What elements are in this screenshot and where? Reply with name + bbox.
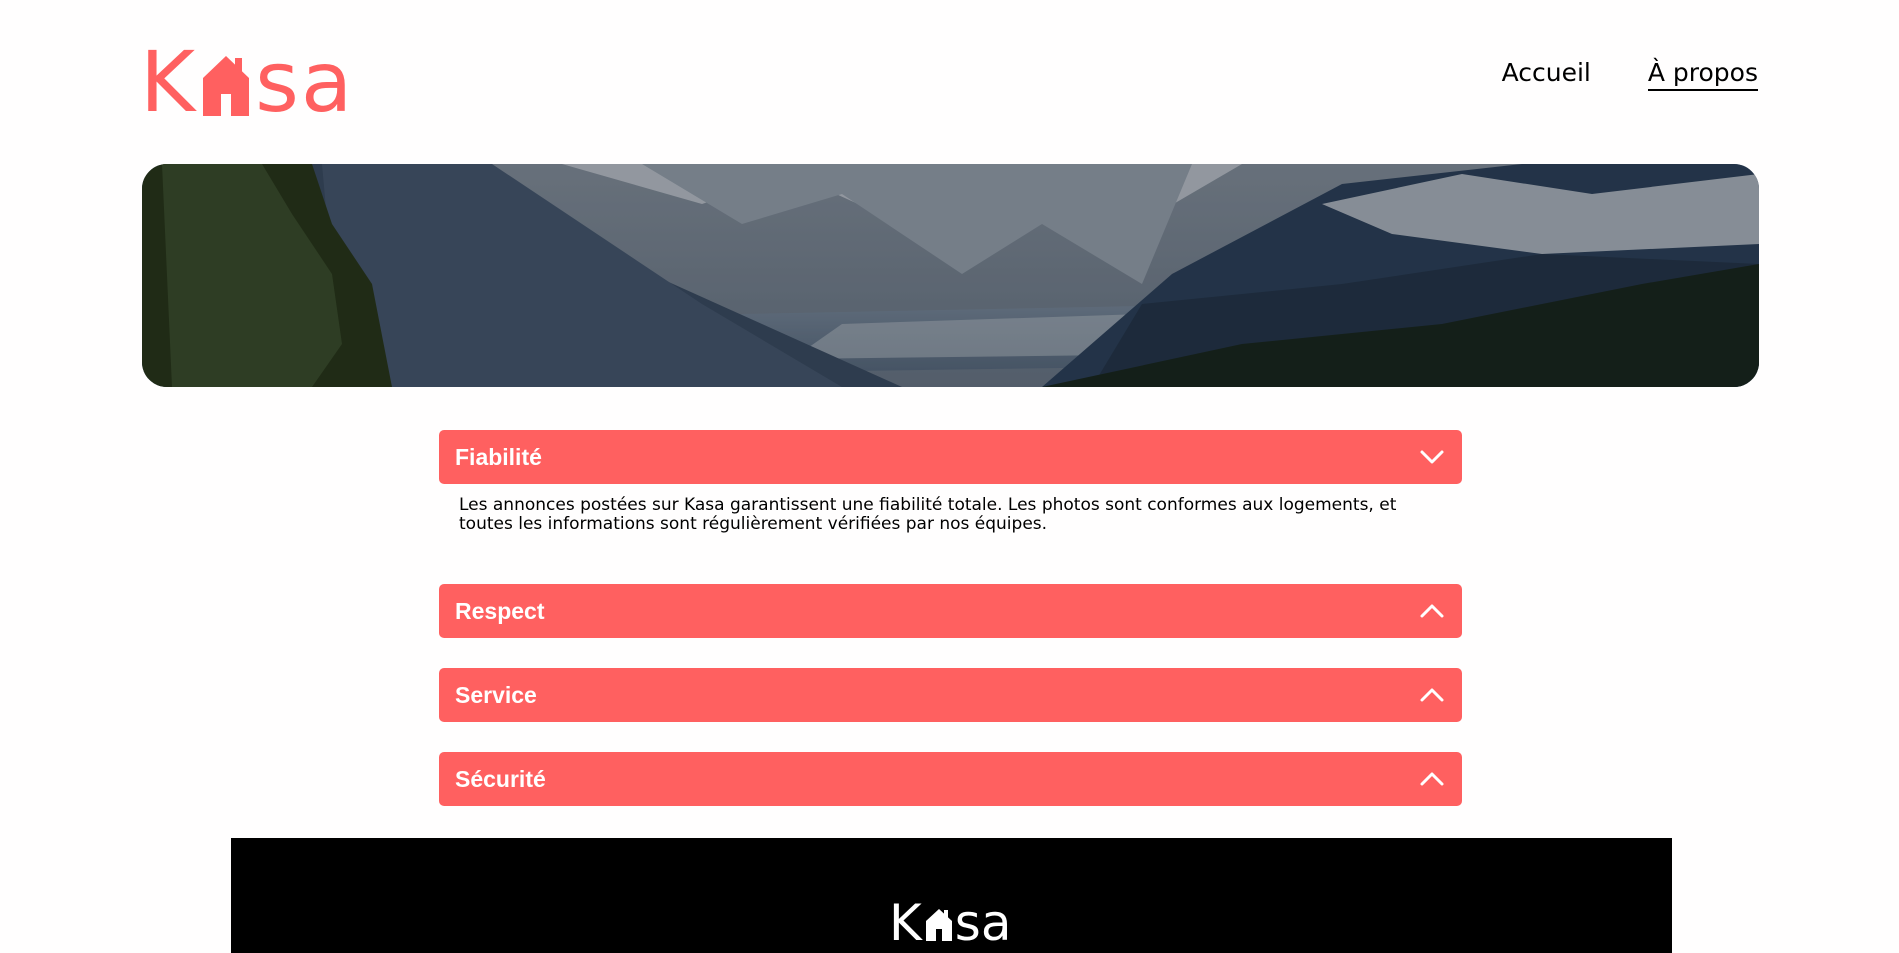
collapse-header-service[interactable]: Service [439, 668, 1462, 722]
logo-letter-k: K [140, 33, 198, 131]
collapse-title: Sécurité [455, 765, 546, 792]
chevron-up-icon[interactable] [1418, 681, 1446, 709]
collapse-respect: Respect [439, 584, 1462, 638]
kasa-logo[interactable]: K sa [140, 40, 354, 124]
collapse-header-respect[interactable]: Respect [439, 584, 1462, 638]
collapse-title: Service [455, 681, 537, 708]
chevron-down-icon[interactable] [1418, 443, 1446, 471]
collapse-header-fiabilite[interactable]: Fiabilité [439, 430, 1462, 484]
collapse-title: Fiabilité [455, 443, 542, 470]
mountain-landscape-image [142, 164, 1759, 387]
collapse-content-fiabilite: Les annonces postées sur Kasa garantisse… [459, 495, 1397, 534]
values-collapses: Fiabilité Les annonces postées sur Kasa … [439, 430, 1462, 836]
collapse-service: Service [439, 668, 1462, 722]
chevron-up-icon[interactable] [1418, 597, 1446, 625]
nav-link-accueil[interactable]: Accueil [1502, 58, 1591, 91]
collapse-securite: Sécurité [439, 752, 1462, 806]
banner-image [142, 164, 1759, 387]
collapse-header-securite[interactable]: Sécurité [439, 752, 1462, 806]
house-icon [925, 906, 953, 942]
site-footer: K sa [231, 838, 1672, 953]
footer-kasa-logo: K sa [889, 894, 1012, 952]
site-header: K sa Accueil À propos [0, 0, 1899, 150]
chevron-up-icon[interactable] [1418, 765, 1446, 793]
logo-letters-sa: sa [954, 894, 1012, 952]
logo-letter-k: K [889, 894, 922, 952]
main-nav: Accueil À propos [1502, 58, 1758, 91]
collapse-title: Respect [455, 597, 545, 624]
nav-link-a-propos[interactable]: À propos [1647, 58, 1758, 91]
logo-letters-sa: sa [255, 33, 355, 131]
house-icon [201, 50, 251, 118]
collapse-fiabilite: Fiabilité Les annonces postées sur Kasa … [439, 430, 1462, 554]
